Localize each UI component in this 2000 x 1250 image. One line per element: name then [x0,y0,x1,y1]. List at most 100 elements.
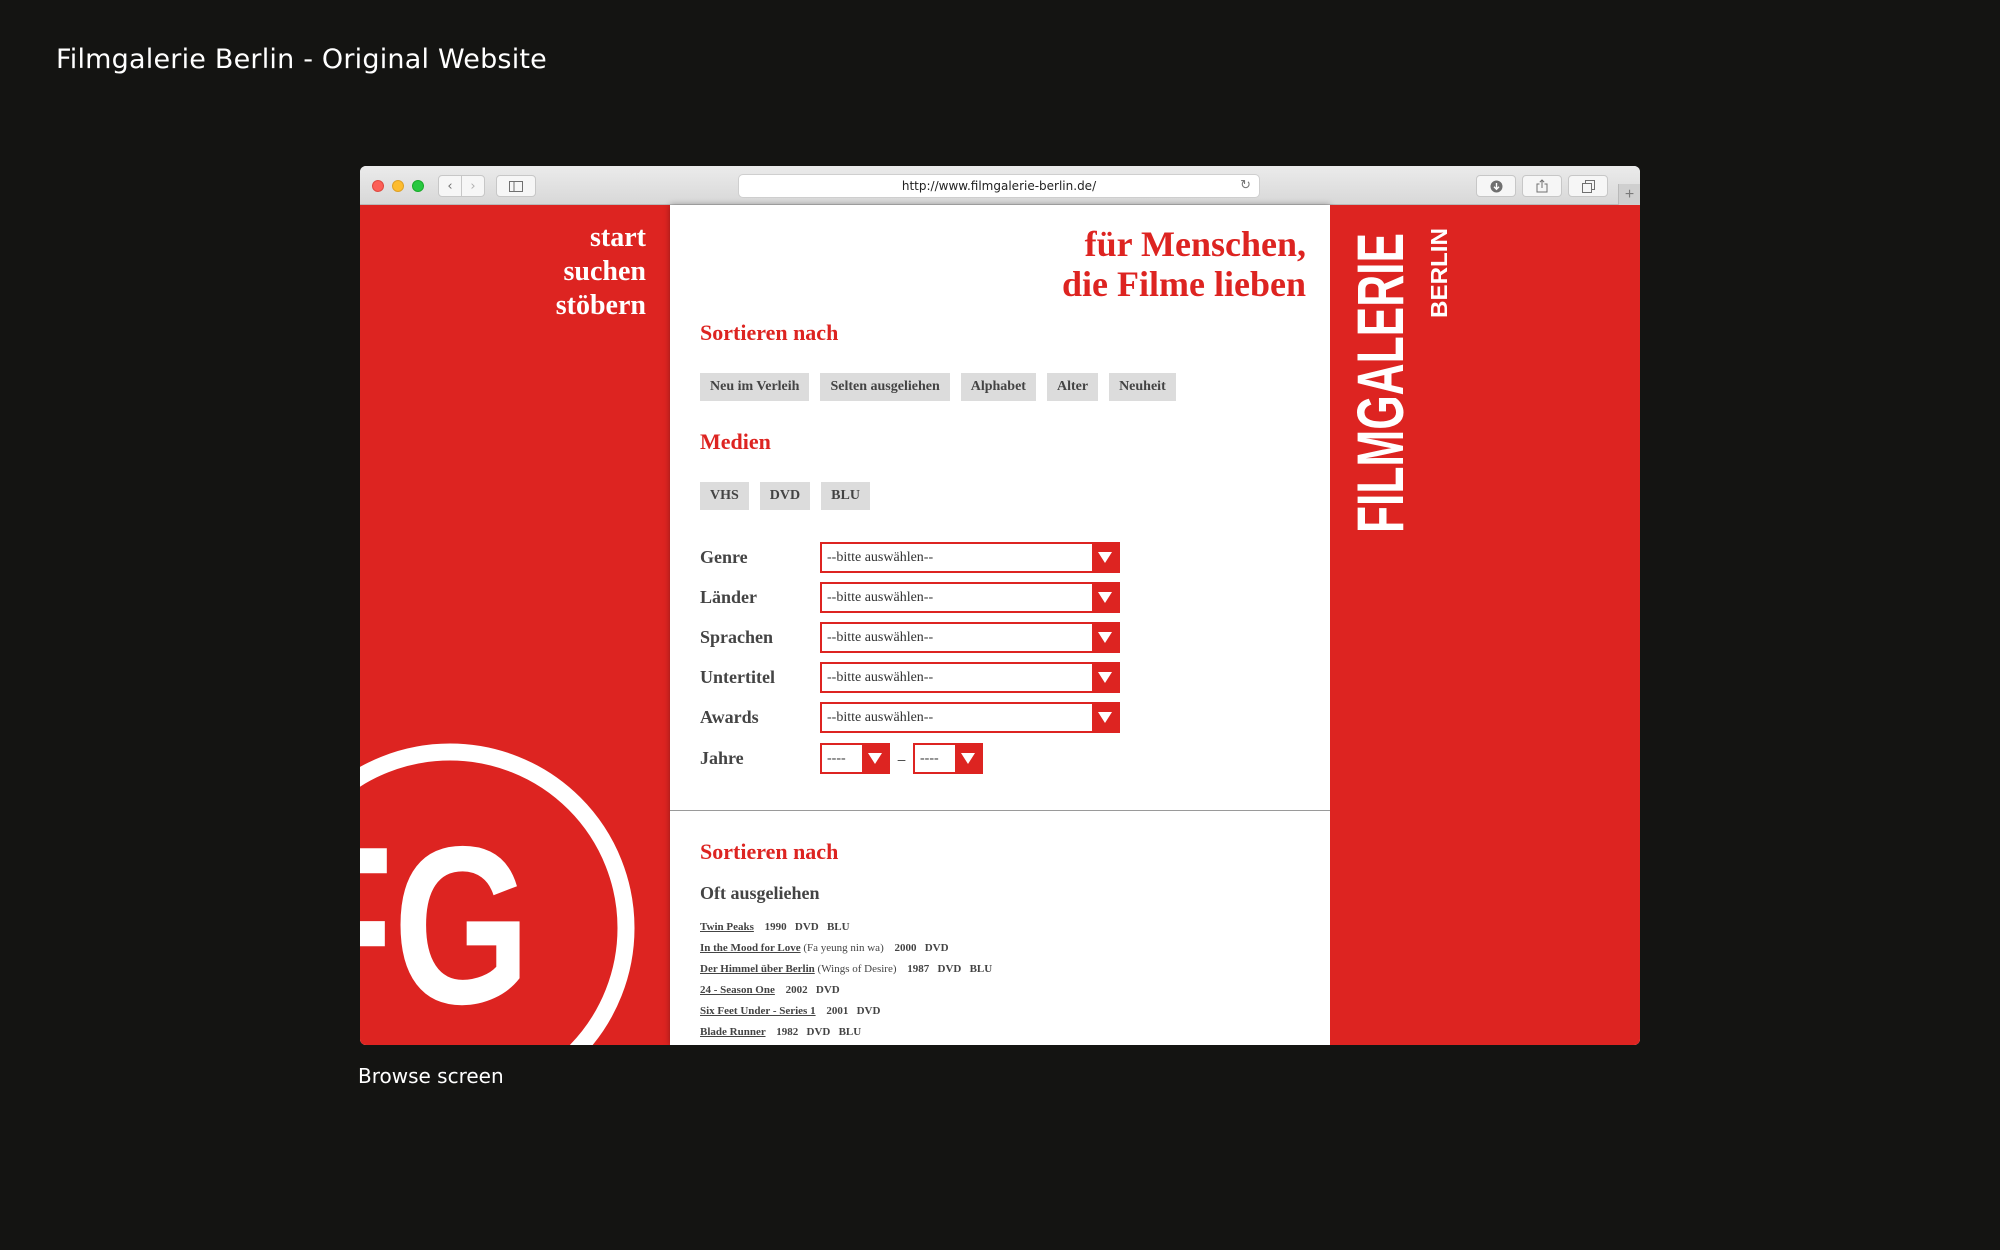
dropdown-arrow-icon [1092,624,1118,651]
chevron-left-icon: ‹ [447,178,453,194]
zoom-window-button[interactable] [412,180,424,192]
web-page: start suchen stöbern FG für Menschen, di… [360,205,1640,1045]
browser-toolbar: ‹ › http://www.filmgalerie-berlin.de/ ↻ … [360,166,1640,205]
forward-button[interactable]: › [461,175,485,197]
select-value: --bitte auswählen-- [827,589,934,605]
untertitel-select[interactable]: --bitte auswählen-- [820,662,1120,693]
list-item: Der Himmel über Berlin (Wings of Desire)… [700,959,992,980]
list-item: Blade Runner 1982 DVD BLU [700,1022,992,1043]
media-heading: Medien [700,429,771,454]
nav-item-suchen[interactable]: suchen [556,255,646,289]
list-item: 24 - Season One 2002 DVD [700,980,992,1001]
brand-panel: FILMGALERIE BERLIN [1330,205,1640,1045]
filter-laender: Länder --bitte auswählen-- [700,582,1120,613]
year-range-separator: – [897,750,906,767]
filter-label: Genre [700,547,748,567]
select-value: ---- [920,750,939,766]
plus-icon: + [1624,185,1635,203]
film-meta: 2002 DVD [785,984,840,996]
dropdown-arrow-icon [1092,584,1118,611]
film-meta: 1990 DVD BLU [764,921,850,933]
select-value: ---- [827,750,846,766]
filter-label: Sprachen [700,627,774,647]
film-title-link[interactable]: Blade Runner [700,1026,766,1038]
filter-label: Länder [700,587,758,607]
fg-logo-text: FG [360,799,531,1045]
close-window-button[interactable] [372,180,384,192]
address-bar[interactable]: http://www.filmgalerie-berlin.de/ ↻ [738,174,1260,198]
film-alt-title: (Wings of Desire) [817,963,897,975]
select-value: --bitte auswählen-- [827,669,934,685]
list-item: In the Mood for Love (Fa yeung nin wa) 2… [700,938,992,959]
brand-name-text: FILMGALERIE [1343,233,1417,533]
nav-item-stoebern[interactable]: stöbern [556,289,646,323]
filter-sprachen: Sprachen --bitte auswählen-- [700,622,1120,653]
film-title-link[interactable]: Six Feet Under - Series 1 [700,1005,816,1017]
sort-option-neu-im-verleih[interactable]: Neu im Verleih [700,373,810,401]
sort-option-alphabet[interactable]: Alphabet [960,373,1036,401]
new-tab-button[interactable]: + [1618,184,1640,205]
dropdown-arrow-icon [1092,664,1118,691]
show-tabs-button[interactable] [1568,175,1608,197]
dropdown-arrow-icon [1092,704,1118,731]
url-text: http://www.filmgalerie-berlin.de/ [901,179,1097,193]
film-alt-title: (Fa yeung nin wa) [803,942,884,954]
select-value: --bitte auswählen-- [827,549,934,565]
film-meta: 1987 DVD BLU [907,963,993,975]
share-button[interactable] [1522,175,1562,197]
select-value: --bitte auswählen-- [827,629,934,645]
minimize-window-button[interactable] [392,180,404,192]
filter-genre: Genre --bitte auswählen-- [700,542,1120,573]
screen-caption: Browse screen [358,1064,504,1088]
downloads-button[interactable] [1476,175,1516,197]
tagline: für Menschen, die Filme lieben [1062,224,1306,304]
film-meta: 2001 DVD [826,1005,881,1017]
results-subheading: Oft ausgeliehen [700,883,820,903]
film-title-link[interactable]: Der Himmel über Berlin [700,963,815,975]
sort-option-neuheit[interactable]: Neuheit [1109,373,1176,401]
filter-untertitel: Untertitel --bitte auswählen-- [700,662,1120,693]
reload-icon[interactable]: ↻ [1240,178,1251,193]
tabs-icon [1581,179,1595,193]
film-title-link[interactable]: Twin Peaks [700,921,754,933]
nav-item-start[interactable]: start [556,221,646,255]
laender-select[interactable]: --bitte auswählen-- [820,582,1120,613]
select-value: --bitte auswählen-- [827,709,934,725]
sort-option-alter[interactable]: Alter [1046,373,1099,401]
sort-option-selten-ausgeliehen[interactable]: Selten ausgeliehen [820,373,950,401]
filter-label: Jahre [700,748,744,768]
media-option-dvd[interactable]: DVD [759,482,811,510]
year-to-select[interactable]: ---- [913,743,983,774]
page-title: Filmgalerie Berlin - Original Website [56,44,547,75]
sidebar-toggle-button[interactable] [496,175,536,197]
film-meta: 1982 DVD BLU [776,1026,862,1038]
tagline-line-1: für Menschen, [1084,224,1306,264]
sprachen-select[interactable]: --bitte auswählen-- [820,622,1120,653]
list-item: Six Feet Under - Series 1 2001 DVD [700,1001,992,1022]
film-title-link[interactable]: 24 - Season One [700,984,775,996]
film-title-link[interactable]: In the Mood for Love [700,942,801,954]
fg-logo[interactable]: FG [360,728,650,1045]
back-button[interactable]: ‹ [438,175,462,197]
tagline-line-2: die Filme lieben [1062,264,1306,304]
film-list: Twin Peaks 1990 DVD BLU In the Mood for … [700,917,992,1043]
sort-heading: Sortieren nach [700,320,839,345]
main-content: für Menschen, die Filme lieben Sortieren… [670,205,1330,1045]
results-heading: Sortieren nach [700,839,839,864]
dropdown-arrow-icon [862,745,888,772]
filmgalerie-berlin-logo[interactable]: FILMGALERIE BERLIN [1343,223,1453,533]
year-from-select[interactable]: ---- [820,743,890,774]
sort-options: Neu im Verleih Selten ausgeliehen Alphab… [700,373,1176,401]
film-meta: 2000 DVD [894,942,949,954]
genre-select[interactable]: --bitte auswählen-- [820,542,1120,573]
sidebar-icon [509,180,523,192]
dropdown-arrow-icon [955,745,981,772]
filter-label: Awards [700,707,759,727]
media-option-vhs[interactable]: VHS [700,482,749,510]
chevron-right-icon: › [470,178,476,194]
filter-awards: Awards --bitte auswählen-- [700,702,1120,733]
section-divider [670,810,1330,811]
dropdown-arrow-icon [1092,544,1118,571]
media-option-blu[interactable]: BLU [821,482,870,510]
awards-select[interactable]: --bitte auswählen-- [820,702,1120,733]
